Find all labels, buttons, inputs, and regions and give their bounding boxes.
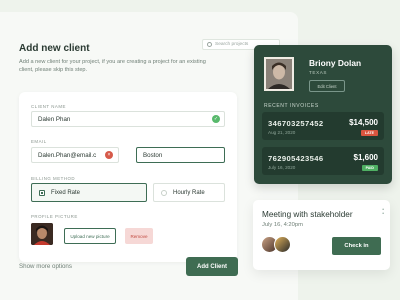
remove-picture-button[interactable]: Remove: [125, 228, 153, 244]
search-icon: [207, 42, 212, 47]
meeting-time: July 16, 4:20pm: [262, 222, 303, 228]
invoice-number: 346703257452: [268, 119, 324, 128]
invoice-row[interactable]: 762905423546 July 16, 2020 $1,600 PAID: [262, 147, 384, 175]
avatar: [274, 236, 291, 253]
email-label: EMAIL: [31, 139, 47, 144]
profile-picture-avatar: [31, 223, 53, 245]
page-subtitle: Add a new client for your project, if yo…: [19, 59, 206, 73]
invoice-date: Aug 21, 2020: [268, 130, 296, 135]
invoice-number: 762905423546: [268, 154, 324, 163]
edit-client-button[interactable]: Edit Client: [309, 80, 345, 92]
status-badge: LATE: [360, 130, 378, 136]
recent-invoices-title: RECENT INVOICES: [264, 103, 319, 109]
billing-option-label: Hourly Rate: [173, 189, 205, 196]
search-placeholder: Search projects: [215, 42, 249, 47]
status-badge: PAID: [361, 165, 378, 171]
client-name-label: CLIENT NAME: [31, 104, 66, 109]
city-field[interactable]: Boston: [136, 147, 225, 163]
email-value: Dalen.Phan@email.c: [38, 151, 97, 159]
person-photo-icon: [31, 223, 53, 245]
more-options-icon[interactable]: • •: [382, 208, 384, 217]
radio-unselected-icon: [161, 189, 167, 196]
radio-selected-icon: [39, 189, 45, 196]
billing-option-label: Fixed Rate: [51, 189, 81, 196]
client-name-value: Dalen Phan: [38, 115, 71, 123]
add-client-button[interactable]: Add Client: [186, 257, 238, 276]
profile-picture-label: PROFILE PICTURE: [31, 214, 78, 219]
client-name-field[interactable]: Dalen Phan ✓: [31, 111, 225, 127]
upload-picture-button[interactable]: Upload new picture: [64, 228, 116, 244]
billing-label: BILLING METHOD: [31, 176, 76, 181]
client-photo: [264, 57, 294, 91]
error-icon: ×: [105, 151, 113, 159]
show-more-options-link[interactable]: Show more options: [19, 263, 72, 270]
check-icon: ✓: [212, 115, 220, 123]
client-form: CLIENT NAME Dalen Phan ✓ EMAIL Dalen.Pha…: [19, 92, 237, 262]
invoice-amount: $14,500: [349, 118, 378, 127]
client-profile-card: Briony Dolan TEXAS Edit Client RECENT IN…: [254, 45, 392, 184]
client-location: TEXAS: [309, 70, 328, 75]
page-title: Add new client: [19, 43, 90, 54]
check-in-button[interactable]: Check in: [332, 237, 381, 255]
person-photo-icon: [266, 59, 292, 89]
meeting-title: Meeting with stakeholder: [262, 210, 353, 219]
invoice-date: July 16, 2020: [268, 165, 296, 170]
client-name: Briony Dolan: [309, 58, 362, 68]
invoice-row[interactable]: 346703257452 Aug 21, 2020 $14,500 LATE: [262, 112, 384, 140]
email-field[interactable]: Dalen.Phan@email.c ×: [31, 147, 119, 163]
billing-option-hourly-rate[interactable]: Hourly Rate: [153, 183, 225, 202]
billing-option-fixed-rate[interactable]: Fixed Rate: [31, 183, 147, 202]
invoice-amount: $1,600: [353, 153, 378, 162]
meeting-card: Meeting with stakeholder July 16, 4:20pm…: [253, 200, 390, 270]
city-value: Boston: [143, 151, 163, 159]
